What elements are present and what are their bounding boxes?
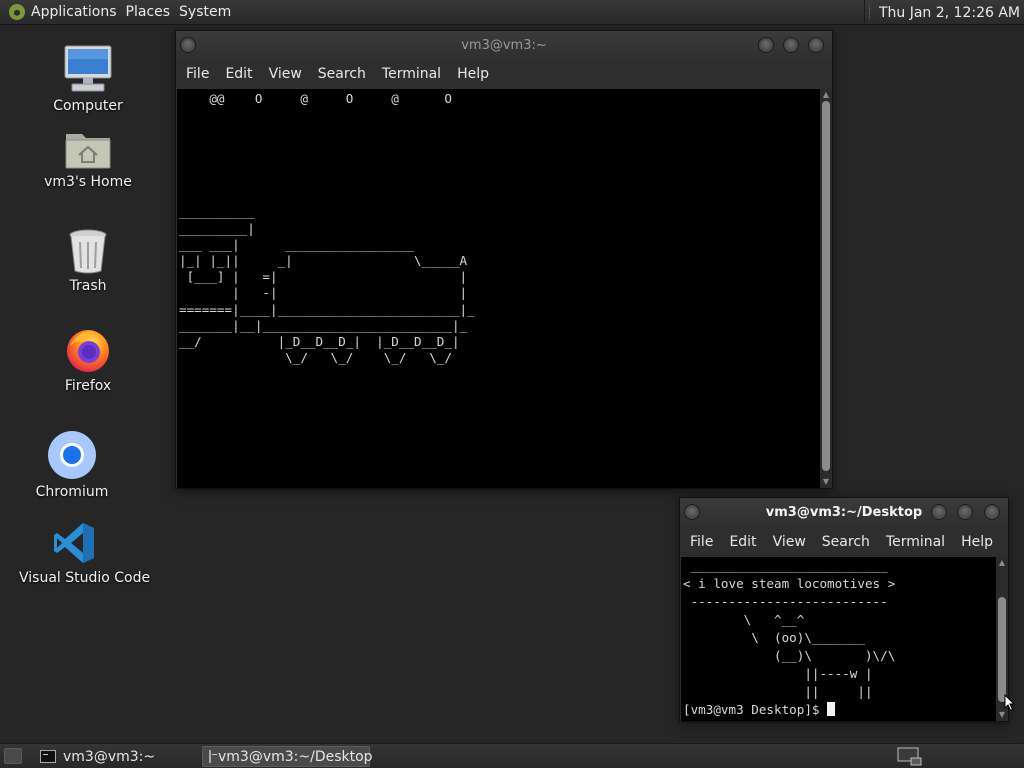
desktop-icon-trash[interactable]: Trash: [33, 228, 143, 294]
terminal-text: __________________________ < i love stea…: [683, 558, 896, 699]
vscode-icon: [54, 523, 94, 563]
terminal-menubar: File Edit View Search Terminal Help: [680, 526, 1008, 557]
scroll-down-icon[interactable]: ▼: [822, 478, 830, 486]
minimize-button[interactable]: [758, 37, 774, 53]
text-cursor: [827, 702, 836, 716]
menu-file[interactable]: File: [682, 534, 721, 550]
terminal-output[interactable]: @@ O @ O @ O __________ _________| ___ _…: [177, 89, 820, 488]
scroll-down-icon[interactable]: ▼: [998, 711, 1006, 719]
mouse-pointer-icon: [1004, 694, 1016, 712]
terminal-menubar: File Edit View Search Terminal Help: [176, 59, 832, 89]
desktop-icon-firefox[interactable]: Firefox: [33, 326, 143, 394]
scroll-up-icon[interactable]: ▲: [998, 559, 1006, 567]
desktop-icon-label: Firefox: [64, 378, 112, 394]
taskbar-label: vm3@vm3:~/Desktop: [218, 748, 373, 765]
system-menu[interactable]: System: [179, 4, 240, 20]
home-folder-icon: [65, 134, 111, 169]
applications-menu[interactable]: Applications: [31, 4, 126, 20]
close-button[interactable]: [984, 504, 1000, 520]
close-button[interactable]: [808, 37, 824, 53]
menu-terminal[interactable]: Terminal: [878, 534, 953, 550]
window-titlebar[interactable]: vm3@vm3:~/Desktop: [680, 498, 1008, 526]
desktop-icon-home[interactable]: vm3's Home: [33, 128, 143, 190]
menu-search[interactable]: Search: [310, 66, 374, 82]
maximize-button[interactable]: [783, 37, 799, 53]
trash-icon: [69, 229, 107, 274]
menu-help[interactable]: Help: [449, 66, 497, 82]
window-title: vm3@vm3:~: [461, 37, 547, 53]
terminal-icon: [40, 750, 56, 763]
shell-prompt-line[interactable]: [vm3@vm3 Desktop]$: [683, 702, 836, 718]
menu-edit[interactable]: Edit: [217, 66, 260, 82]
window-menu-button[interactable]: [684, 504, 700, 520]
terminal-scrollbar[interactable]: ▲ ▼: [820, 89, 832, 488]
shell-prompt: [vm3@vm3 Desktop]$: [683, 702, 828, 717]
desktop-icon-label: Visual Studio Code: [19, 570, 151, 586]
minimize-button[interactable]: [931, 504, 947, 520]
show-desktop-icon[interactable]: [4, 748, 22, 764]
menu-file[interactable]: File: [178, 66, 217, 82]
scroll-thumb[interactable]: [998, 597, 1006, 702]
window-menu-button[interactable]: [180, 37, 196, 53]
terminal-icon: [209, 750, 217, 763]
menu-edit[interactable]: Edit: [721, 534, 764, 550]
taskbar-button-desktop[interactable]: vm3@vm3:~/Desktop: [202, 746, 373, 767]
menu-view[interactable]: View: [261, 66, 310, 82]
computer-icon: [64, 45, 112, 92]
firefox-icon: [67, 330, 109, 372]
clock-label: Thu Jan 2, 12:26 AM: [878, 4, 1020, 21]
terminal-text: @@ O @ O @ O __________ _________| ___ _…: [179, 91, 475, 366]
window-titlebar[interactable]: vm3@vm3:~: [176, 31, 832, 59]
places-menu[interactable]: Places: [126, 4, 180, 20]
scroll-up-icon[interactable]: ▲: [822, 91, 830, 99]
window-title: vm3@vm3:~/Desktop: [765, 504, 923, 520]
clock[interactable]: Thu Jan 2, 12:26 AM: [863, 0, 1024, 25]
terminal-window-desktop[interactable]: vm3@vm3:~/Desktop File Edit View Search …: [679, 497, 1009, 722]
workspace-switcher-icon[interactable]: [897, 746, 923, 767]
desktop-icon-computer[interactable]: Computer: [33, 44, 143, 114]
top-panel: Applications Places System Thu Jan 2, 12…: [0, 0, 1024, 25]
distro-logo-icon[interactable]: [9, 4, 25, 20]
menu-view[interactable]: View: [765, 534, 814, 550]
menu-help[interactable]: Help: [953, 534, 1001, 550]
desktop-icon-label: vm3's Home: [44, 174, 132, 190]
desktop-icon-chromium[interactable]: Chromium: [17, 430, 127, 500]
terminal-output[interactable]: __________________________ < i love stea…: [681, 557, 996, 721]
bottom-panel: vm3@vm3:~ vm3@vm3:~/Desktop: [0, 743, 1024, 768]
menu-terminal[interactable]: Terminal: [374, 66, 449, 82]
terminal-window-home[interactable]: vm3@vm3:~ File Edit View Search Terminal…: [175, 30, 833, 489]
taskbar-button-home[interactable]: vm3@vm3:~: [34, 746, 194, 767]
taskbar-label: vm3@vm3:~: [63, 748, 156, 765]
desktop-icon-vscode[interactable]: Visual Studio Code: [19, 520, 151, 586]
desktop-icon-label: Chromium: [35, 484, 109, 500]
maximize-button[interactable]: [957, 504, 973, 520]
panel-grip: [868, 6, 871, 19]
desktop-icon-label: Trash: [69, 278, 107, 294]
desktop-icon-label: Computer: [53, 98, 123, 114]
menu-search[interactable]: Search: [814, 534, 878, 550]
chromium-icon: [48, 431, 96, 479]
scroll-thumb[interactable]: [822, 101, 830, 471]
